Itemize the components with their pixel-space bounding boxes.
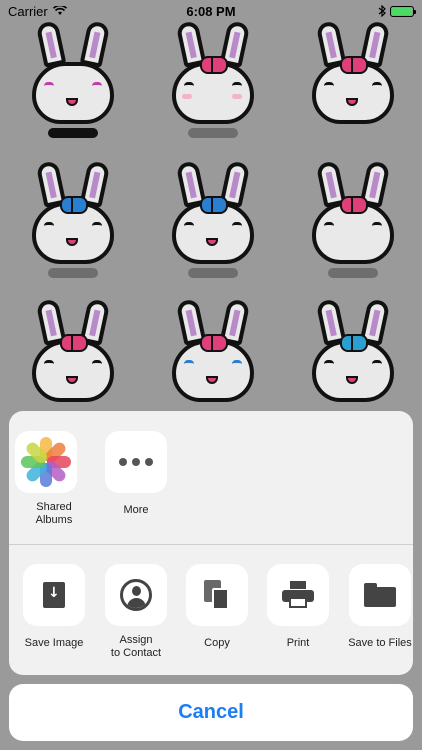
contact-tile [105, 564, 167, 626]
save-image-icon [43, 582, 65, 608]
eyes [324, 360, 382, 370]
share-app-more[interactable]: More [97, 431, 175, 517]
share-sheet: Shared Albums More Save Image As [9, 411, 413, 675]
eyes [184, 222, 242, 232]
print-icon [282, 581, 314, 609]
eyes [44, 82, 102, 92]
ear [35, 20, 67, 68]
action-copy[interactable]: Copy [178, 564, 256, 650]
action-label: Copy [204, 637, 230, 649]
bluetooth-icon [378, 5, 386, 17]
battery-fill [392, 7, 412, 15]
copy-icon [204, 580, 230, 610]
sticker[interactable] [158, 298, 268, 420]
bow [200, 56, 228, 74]
ear [79, 20, 111, 68]
more-tile [105, 431, 167, 493]
eyes [184, 82, 242, 92]
bow [60, 334, 88, 352]
status-bar: Carrier 6:08 PM [0, 0, 422, 22]
bow [200, 196, 228, 214]
action-label: Assign to Contact [110, 634, 162, 659]
save-image-tile [23, 564, 85, 626]
blush [232, 94, 242, 99]
share-actions-row: Save Image Assign to Contact Copy [9, 545, 413, 675]
sticker[interactable] [298, 298, 408, 420]
shadow [188, 268, 238, 278]
folder-icon [364, 583, 396, 607]
battery-icon [390, 5, 416, 17]
action-save-image[interactable]: Save Image [15, 564, 93, 650]
contact-icon [120, 579, 152, 611]
share-app-shared-albums[interactable]: Shared Albums [15, 431, 93, 527]
blush [182, 94, 192, 99]
bunny-head [32, 62, 114, 124]
status-left: Carrier [8, 4, 67, 19]
shadow [328, 268, 378, 278]
more-icon [119, 458, 153, 466]
bow [340, 334, 368, 352]
bow [340, 196, 368, 214]
sticker[interactable] [158, 160, 268, 282]
sticker[interactable] [158, 20, 268, 142]
shadow [48, 268, 98, 278]
bow [340, 56, 368, 74]
bow [200, 334, 228, 352]
action-label: Save Image [24, 637, 84, 649]
sticker[interactable] [298, 20, 408, 142]
sticker[interactable] [18, 298, 128, 420]
status-right [378, 5, 416, 17]
action-label: Print [286, 637, 310, 649]
wifi-icon [52, 6, 67, 15]
eyes [44, 360, 102, 370]
action-label: Save to Files [348, 637, 412, 649]
cancel-button[interactable]: Cancel [9, 684, 413, 741]
carrier-label: Carrier [8, 3, 48, 19]
sticker[interactable] [18, 20, 128, 142]
eyes [324, 222, 382, 232]
eyes [324, 82, 382, 92]
action-save-to-files[interactable]: Save to Files [340, 564, 413, 650]
bow [60, 196, 88, 214]
sticker[interactable] [298, 160, 408, 282]
action-print[interactable]: Print [259, 564, 337, 650]
share-apps-row: Shared Albums More [9, 411, 413, 544]
print-tile [267, 564, 329, 626]
sticker[interactable] [18, 160, 128, 282]
share-app-label: Shared Albums [35, 501, 73, 526]
shadow [188, 128, 238, 138]
share-app-label: More [123, 504, 149, 516]
photos-icon [15, 431, 77, 493]
eyes [184, 360, 242, 370]
action-assign-to-contact[interactable]: Assign to Contact [97, 564, 175, 660]
copy-tile [186, 564, 248, 626]
folder-tile [349, 564, 411, 626]
eyes [44, 222, 102, 232]
shadow [48, 128, 98, 138]
